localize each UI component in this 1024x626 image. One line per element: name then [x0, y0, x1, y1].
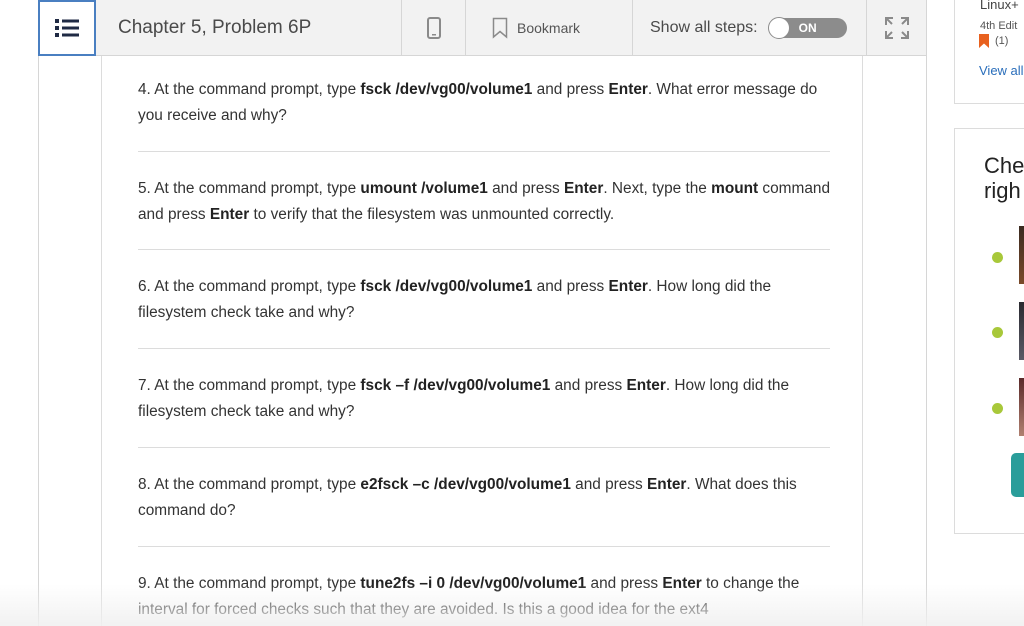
book-bookmark-count[interactable]: (1)	[979, 34, 1008, 48]
toolbar: Chapter 5, Problem 6P Bookmark Show all …	[38, 0, 926, 56]
bookmark-label: Bookmark	[517, 19, 581, 36]
bookmark-icon	[492, 17, 508, 39]
book-edition: 4th Edit	[980, 20, 1018, 32]
step-8: 8. At the command prompt, type e2fsck –c…	[138, 476, 797, 519]
promo-thumbnail	[1019, 226, 1024, 284]
step-divider	[138, 249, 830, 250]
bookmark-button[interactable]: Bookmark	[466, 0, 633, 55]
book-title: Linux+	[980, 0, 1019, 12]
promo-button[interactable]	[1011, 453, 1024, 497]
frame-border-right	[926, 0, 927, 626]
table-of-contents-button[interactable]	[38, 0, 96, 56]
expand-icon	[884, 16, 909, 39]
solution-content[interactable]: 4. At the command prompt, type fsck /dev…	[101, 56, 863, 626]
bullet-dot	[992, 327, 1003, 338]
step-divider	[138, 546, 830, 547]
step-7: 7. At the command prompt, type fsck –f /…	[138, 377, 790, 420]
promo-thumbnail	[1019, 302, 1024, 360]
show-steps-toggle[interactable]: ON	[767, 16, 847, 39]
bullet-dot	[992, 252, 1003, 263]
toggle-state: ON	[798, 20, 817, 35]
step-5: 5. At the command prompt, type umount /v…	[138, 180, 831, 223]
book-info-card	[954, 0, 1024, 104]
fullscreen-button[interactable]	[867, 0, 926, 55]
view-all-link[interactable]: View all	[979, 63, 1024, 78]
step-4: 4. At the command prompt, type fsck /dev…	[138, 81, 818, 124]
toggle-knob	[767, 16, 790, 39]
step-divider	[138, 447, 830, 448]
frame-border-left	[38, 56, 39, 626]
step-divider	[138, 348, 830, 349]
mobile-view-button[interactable]	[402, 0, 466, 55]
promo-heading: Che righ	[984, 153, 1024, 203]
list-icon	[55, 19, 79, 37]
bookmark-filled-icon	[979, 34, 989, 48]
show-steps-label: Show all steps:	[650, 18, 758, 36]
bullet-dot	[992, 403, 1003, 414]
step-divider	[138, 151, 830, 152]
phone-icon	[426, 16, 441, 39]
show-all-steps: Show all steps: ON	[633, 0, 867, 55]
promo-thumbnail	[1019, 378, 1024, 436]
step-9: 9. At the command prompt, type tune2fs –…	[138, 575, 800, 618]
step-6: 6. At the command prompt, type fsck /dev…	[138, 278, 772, 321]
chapter-title: Chapter 5, Problem 6P	[96, 0, 402, 55]
